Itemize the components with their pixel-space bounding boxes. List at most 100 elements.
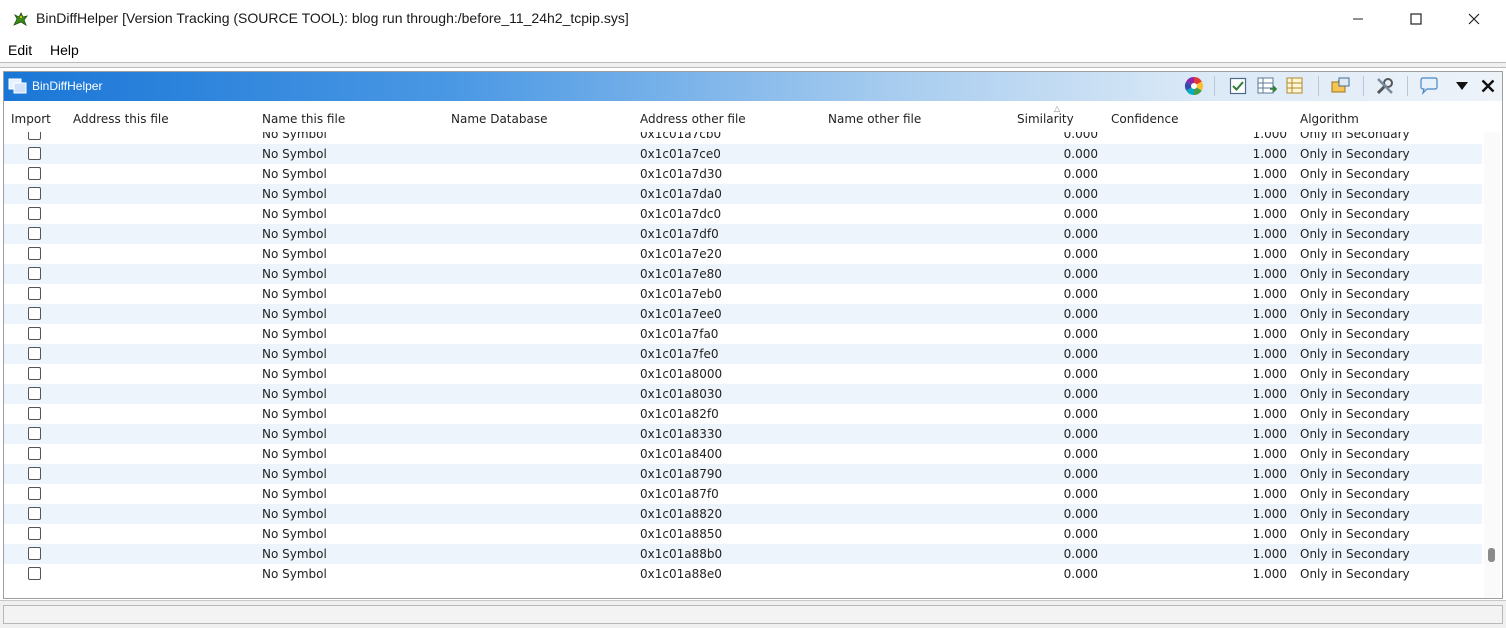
check-all-button[interactable] <box>1227 75 1249 97</box>
import-checkbox[interactable] <box>28 427 41 440</box>
import-checkbox[interactable] <box>28 147 41 160</box>
import-checkbox[interactable] <box>28 487 41 500</box>
import-checkbox[interactable] <box>28 547 41 560</box>
address-other-cell: 0x1c01a88e0 <box>640 567 722 581</box>
similarity-cell: 0.000 <box>1063 132 1098 141</box>
open-folder-icon <box>1331 77 1350 93</box>
toolbar-separator <box>1214 76 1215 96</box>
color-button[interactable] <box>1183 75 1205 97</box>
import-checkbox[interactable] <box>28 267 41 280</box>
algorithm-cell: Only in Secondary <box>1300 507 1410 521</box>
table-row[interactable]: No Symbol 0x1c01a7ce0 0.000 1.000 Only in Se… <box>4 144 1482 164</box>
table-row[interactable]: No Symbol 0x1c01a8330 0.000 1.000 Only in Se… <box>4 424 1482 444</box>
import-checkbox[interactable] <box>28 387 41 400</box>
table-row[interactable]: No Symbol 0x1c01a87f0 0.000 1.000 Only in Se… <box>4 484 1482 504</box>
name-this-cell: No Symbol <box>262 147 327 161</box>
window-stack-icon <box>8 78 27 94</box>
close-icon <box>1468 13 1480 25</box>
table-row[interactable]: No Symbol 0x1c01a7eb0 0.000 1.000 Only in Se… <box>4 284 1482 304</box>
table-row[interactable]: No Symbol 0x1c01a8790 0.000 1.000 Only in Se… <box>4 464 1482 484</box>
similarity-cell: 0.000 <box>1063 567 1098 581</box>
open-folder-button[interactable] <box>1330 75 1352 97</box>
import-checkbox[interactable] <box>28 447 41 460</box>
comment-button[interactable] <box>1418 75 1440 97</box>
name-this-cell: No Symbol <box>262 567 327 581</box>
table-row[interactable]: No Symbol 0x1c01a7ee0 0.000 1.000 Only in Se… <box>4 304 1482 324</box>
similarity-cell: 0.000 <box>1063 387 1098 401</box>
menu-edit[interactable]: Edit <box>8 42 32 58</box>
address-other-cell: 0x1c01a7eb0 <box>640 287 722 301</box>
confidence-cell: 1.000 <box>1252 327 1287 341</box>
import-checkbox[interactable] <box>28 207 41 220</box>
table-row[interactable]: No Symbol 0x1c01a88b0 0.000 1.000 Only in Se… <box>4 544 1482 564</box>
import-checkbox[interactable] <box>28 507 41 520</box>
toolbar-separator <box>1363 76 1364 96</box>
col-confidence[interactable]: Confidence <box>1111 112 1178 126</box>
import-checkbox[interactable] <box>28 227 41 240</box>
col-name-other[interactable]: Name other file <box>828 112 921 126</box>
table-row[interactable]: No Symbol 0x1c01a8400 0.000 1.000 Only in Se… <box>4 444 1482 464</box>
scrollbar-thumb[interactable] <box>1488 548 1495 562</box>
table-body: No Symbol 0x1c01a7cb0 0.000 1.000 Only in Se… <box>4 132 1482 598</box>
menu-help[interactable]: Help <box>50 42 79 58</box>
maximize-button[interactable] <box>1387 0 1445 38</box>
table-row[interactable]: No Symbol 0x1c01a82f0 0.000 1.000 Only in Se… <box>4 404 1482 424</box>
address-other-cell: 0x1c01a7e80 <box>640 267 722 281</box>
col-name-this[interactable]: Name this file <box>262 112 345 126</box>
table-row[interactable]: No Symbol 0x1c01a7e80 0.000 1.000 Only in Se… <box>4 264 1482 284</box>
import-selected-button[interactable] <box>1256 75 1278 97</box>
table-row[interactable]: No Symbol 0x1c01a8820 0.000 1.000 Only in Se… <box>4 504 1482 524</box>
table-row[interactable]: No Symbol 0x1c01a8000 0.000 1.000 Only in Se… <box>4 364 1482 384</box>
table-row[interactable]: No Symbol 0x1c01a8030 0.000 1.000 Only in Se… <box>4 384 1482 404</box>
col-import[interactable]: Import <box>11 112 51 126</box>
confidence-cell: 1.000 <box>1252 167 1287 181</box>
col-address-other[interactable]: Address other file <box>640 112 746 126</box>
vertical-scrollbar[interactable] <box>1484 132 1500 598</box>
import-checkbox[interactable] <box>28 527 41 540</box>
color-wheel-icon <box>1184 77 1204 95</box>
col-name-database[interactable]: Name Database <box>451 112 547 126</box>
tools-button[interactable] <box>1374 75 1396 97</box>
col-address-this[interactable]: Address this file <box>73 112 169 126</box>
table-row[interactable]: No Symbol 0x1c01a7cb0 0.000 1.000 Only in Se… <box>4 132 1482 144</box>
close-panel-button[interactable] <box>1477 75 1499 97</box>
splitter <box>0 62 1506 68</box>
minimize-button[interactable] <box>1329 0 1387 38</box>
import-checkbox[interactable] <box>28 407 41 420</box>
import-checkbox[interactable] <box>28 287 41 300</box>
import-checkbox[interactable] <box>28 187 41 200</box>
import-checkbox[interactable] <box>28 347 41 360</box>
import-checkbox[interactable] <box>28 247 41 260</box>
name-this-cell: No Symbol <box>262 207 327 221</box>
import-checkbox[interactable] <box>28 567 41 580</box>
import-checkbox[interactable] <box>28 467 41 480</box>
table-row[interactable]: No Symbol 0x1c01a7fe0 0.000 1.000 Only in Se… <box>4 344 1482 364</box>
table-row[interactable]: No Symbol 0x1c01a88e0 0.000 1.000 Only in Se… <box>4 564 1482 584</box>
close-window-button[interactable] <box>1445 0 1503 38</box>
dropdown-menu-button[interactable] <box>1451 75 1473 97</box>
table-row[interactable]: No Symbol 0x1c01a7dc0 0.000 1.000 Only in Se… <box>4 204 1482 224</box>
table-row[interactable]: No Symbol 0x1c01a7da0 0.000 1.000 Only in Se… <box>4 184 1482 204</box>
import-checkbox[interactable] <box>28 167 41 180</box>
table-row[interactable]: No Symbol 0x1c01a7e20 0.000 1.000 Only in Se… <box>4 244 1482 264</box>
table-row[interactable]: No Symbol 0x1c01a8850 0.000 1.000 Only in Se… <box>4 524 1482 544</box>
algorithm-cell: Only in Secondary <box>1300 167 1410 181</box>
title-bar: BinDiffHelper [Version Tracking (SOURCE … <box>0 0 1506 39</box>
table-row[interactable]: No Symbol 0x1c01a7d30 0.000 1.000 Only in Se… <box>4 164 1482 184</box>
col-algorithm[interactable]: Algorithm <box>1300 112 1359 126</box>
table-row[interactable]: No Symbol 0x1c01a7fa0 0.000 1.000 Only in Se… <box>4 324 1482 344</box>
col-similarity[interactable]: Similarity <box>1017 112 1074 126</box>
algorithm-cell: Only in Secondary <box>1300 427 1410 441</box>
table-settings-button[interactable] <box>1285 75 1307 97</box>
confidence-cell: 1.000 <box>1252 427 1287 441</box>
import-checkbox[interactable] <box>28 307 41 320</box>
address-other-cell: 0x1c01a7d30 <box>640 167 723 181</box>
algorithm-cell: Only in Secondary <box>1300 147 1410 161</box>
import-checkbox[interactable] <box>28 327 41 340</box>
table-row[interactable]: No Symbol 0x1c01a7df0 0.000 1.000 Only in Se… <box>4 224 1482 244</box>
tools-icon <box>1376 78 1393 95</box>
import-checkbox[interactable] <box>28 367 41 380</box>
confidence-cell: 1.000 <box>1252 487 1287 501</box>
algorithm-cell: Only in Secondary <box>1300 347 1410 361</box>
import-checkbox[interactable] <box>28 132 41 140</box>
